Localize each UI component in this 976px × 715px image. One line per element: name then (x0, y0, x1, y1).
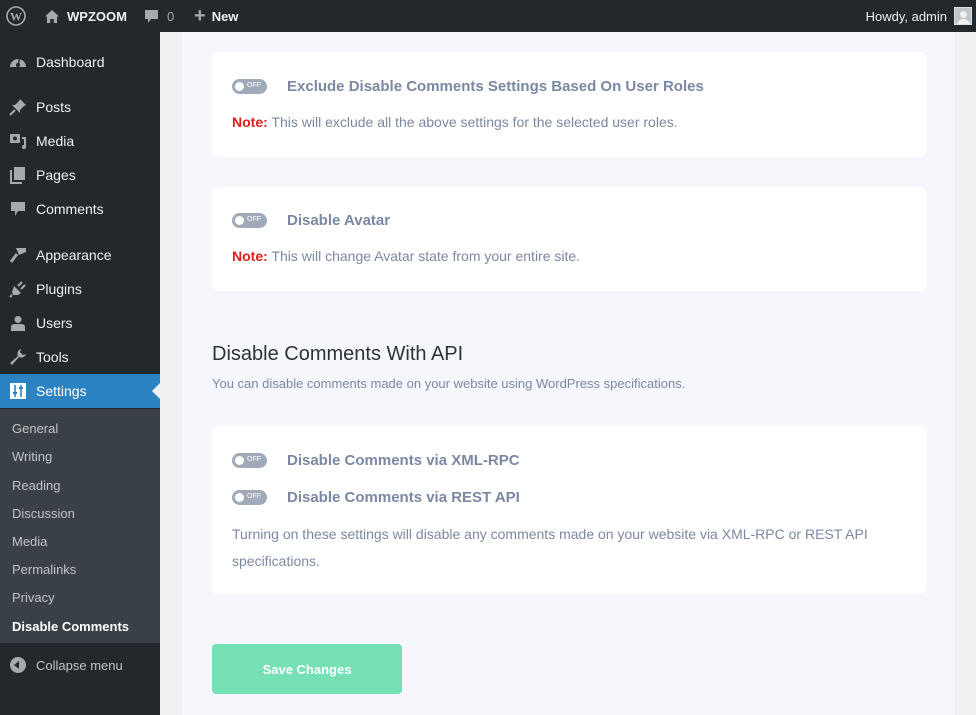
pin-icon (0, 98, 36, 116)
sidebar-item-users[interactable]: Users (0, 306, 160, 340)
disable-avatar-card: OFF Disable Avatar Note: This will chang… (212, 187, 926, 291)
option-title: Exclude Disable Comments Settings Based … (287, 78, 704, 95)
save-changes-button[interactable]: Save Changes (212, 644, 402, 694)
xml-rpc-toggle[interactable]: OFF (232, 453, 267, 468)
settings-submenu: General Writing Reading Discussion Media… (0, 409, 160, 643)
exclude-user-roles-card: OFF Exclude Disable Comments Settings Ba… (212, 52, 926, 157)
disable-avatar-toggle[interactable]: OFF (232, 213, 267, 228)
exclude-user-roles-toggle[interactable]: OFF (232, 79, 267, 94)
toggle-state-label: OFF (247, 82, 261, 89)
submenu-item-privacy[interactable]: Privacy (12, 590, 55, 605)
sliders-icon (0, 383, 36, 399)
wordpress-logo-icon: W (6, 6, 26, 26)
option-note: Note: This will change Avatar state from… (232, 248, 580, 264)
disable-avatar-option: OFF Disable Avatar (232, 212, 390, 229)
howdy-text: Howdy, admin (865, 8, 947, 24)
plus-icon: + (194, 5, 206, 27)
submenu-item-general[interactable]: General (12, 421, 58, 436)
collapse-menu-button[interactable]: Collapse menu (0, 653, 160, 677)
admin-bar: W WPZOOM 0 + New Howdy, admin (0, 0, 976, 32)
new-label: New (211, 8, 239, 24)
sidebar-item-tools[interactable]: Tools (0, 340, 160, 374)
sidebar-item-pages[interactable]: Pages (0, 158, 160, 192)
sidebar-item-comments[interactable]: Comments (0, 192, 160, 226)
pages-icon (0, 166, 36, 184)
submenu-item-media[interactable]: Media (12, 534, 47, 549)
comments-link[interactable]: 0 (144, 0, 174, 32)
sidebar-item-dashboard[interactable]: Dashboard (0, 45, 160, 79)
paintbrush-icon (0, 246, 36, 264)
wordpress-logo-button[interactable]: W (6, 0, 28, 32)
sidebar-item-label: Appearance (36, 247, 112, 263)
api-section-description: You can disable comments made on your we… (212, 376, 686, 391)
sidebar-item-media[interactable]: Media (0, 124, 160, 158)
comments-count: 0 (167, 8, 175, 24)
svg-text:W: W (10, 10, 22, 24)
api-options-card: OFF Disable Comments via XML-RPC OFF Dis… (212, 426, 926, 594)
sidebar-item-label: Comments (36, 201, 104, 217)
option-title: Disable Comments via REST API (287, 489, 520, 506)
sidebar-item-label: Users (36, 315, 73, 331)
sidebar-item-label: Dashboard (36, 54, 105, 70)
toggle-state-label: OFF (247, 456, 261, 463)
my-account-link[interactable]: Howdy, admin (866, 0, 972, 32)
submenu-item-permalinks[interactable]: Permalinks (12, 562, 76, 577)
rest-api-toggle[interactable]: OFF (232, 490, 267, 505)
wrench-icon (0, 348, 36, 366)
sidebar-item-label: Tools (36, 349, 69, 365)
user-icon (0, 315, 36, 331)
submenu-item-writing[interactable]: Writing (12, 449, 52, 464)
sidebar-item-label: Posts (36, 99, 72, 115)
sidebar-item-posts[interactable]: Posts (0, 90, 160, 124)
dashboard-icon (0, 54, 36, 70)
exclude-user-roles-option: OFF Exclude Disable Comments Settings Ba… (232, 78, 704, 95)
sidebar-item-label: Pages (36, 167, 76, 183)
comment-icon (0, 201, 36, 217)
api-options-description: Turning on these settings will disable a… (232, 526, 868, 569)
collapse-menu-label: Collapse menu (36, 657, 123, 673)
new-content-link[interactable]: + New (194, 0, 238, 32)
disable-comments-settings-panel: OFF Exclude Disable Comments Settings Ba… (182, 32, 955, 715)
submenu-item-reading[interactable]: Reading (12, 478, 60, 493)
user-avatar-icon (954, 7, 972, 25)
admin-sidebar: Dashboard Posts Media Pages Comments App… (0, 32, 160, 715)
option-title: Disable Avatar (287, 212, 391, 229)
site-name-link[interactable]: WPZOOM (44, 0, 127, 32)
note-label: Note: (232, 114, 268, 130)
rest-api-option: OFF Disable Comments via REST API (232, 489, 520, 506)
sidebar-item-settings[interactable]: Settings (0, 374, 160, 408)
note-text: This will change Avatar state from your … (267, 248, 581, 264)
collapse-arrow-icon (10, 657, 26, 673)
xml-rpc-option: OFF Disable Comments via XML-RPC (232, 452, 520, 469)
home-icon (45, 9, 59, 23)
sidebar-item-label: Plugins (36, 281, 82, 297)
site-name: WPZOOM (67, 8, 127, 24)
sidebar-item-appearance[interactable]: Appearance (0, 238, 160, 272)
submenu-item-discussion[interactable]: Discussion (12, 506, 75, 521)
toggle-state-label: OFF (247, 493, 261, 500)
sidebar-item-label: Media (36, 133, 75, 149)
plug-icon (0, 280, 36, 298)
media-icon (0, 132, 36, 150)
toggle-state-label: OFF (247, 216, 261, 223)
sidebar-item-label: Settings (36, 383, 87, 399)
api-section-title: Disable Comments With API (212, 343, 464, 365)
option-title: Disable Comments via XML-RPC (287, 452, 520, 469)
option-note: Note: This will exclude all the above se… (232, 114, 678, 130)
submenu-item-disable-comments[interactable]: Disable Comments (12, 619, 129, 634)
comment-bubble-icon (145, 9, 158, 23)
sidebar-item-plugins[interactable]: Plugins (0, 272, 160, 306)
note-label: Note: (232, 248, 268, 264)
note-text: This will exclude all the above settings… (267, 114, 678, 130)
